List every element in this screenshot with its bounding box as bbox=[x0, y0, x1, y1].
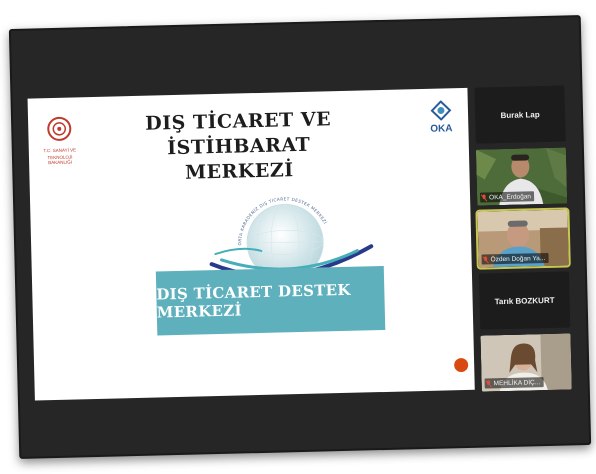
meeting-window: T.C. SANAYİ VE TEKNOLOJİ BAKANLIĞI DIŞ T… bbox=[8, 15, 592, 459]
participant-tile[interactable]: Burak Lap bbox=[474, 85, 566, 144]
participant-name: Burak Lap bbox=[500, 109, 540, 120]
ministry-emblem-icon bbox=[47, 116, 72, 141]
banner: DIŞ TİCARET DESTEK MERKEZİ bbox=[155, 265, 386, 336]
shared-screen-slide: T.C. SANAYİ VE TEKNOLOJİ BAKANLIĞI DIŞ T… bbox=[27, 87, 475, 401]
ministry-logo: T.C. SANAYİ VE TEKNOLOJİ BAKANLIĞI bbox=[42, 115, 77, 165]
participant-name: MEHLİKA DİÇ... bbox=[493, 378, 541, 387]
participant-label: MEHLİKA DİÇ... bbox=[484, 377, 544, 389]
participant-name: Tarık BOZKURT bbox=[494, 295, 555, 306]
banner-text: DIŞ TİCARET DESTEK MERKEZİ bbox=[156, 280, 351, 322]
participant-tile[interactable]: Tarık BOZKURT bbox=[478, 271, 571, 330]
participant-label: OKA_Erdoğan bbox=[479, 191, 535, 203]
participant-name: OKA_Erdoğan bbox=[489, 192, 532, 201]
oka-label: OKA bbox=[430, 123, 453, 135]
mic-muted-icon bbox=[481, 193, 488, 202]
participant-panel: Burak Lap OKA_Erdoğan Özden Doğan Ya... … bbox=[474, 85, 572, 392]
participant-name: Özden Doğan Ya... bbox=[490, 254, 546, 263]
ministry-name-line2: TEKNOLOJİ BAKANLIĞI bbox=[47, 154, 73, 166]
ministry-name-line1: T.C. SANAYİ VE bbox=[43, 147, 77, 154]
oka-emblem-icon bbox=[430, 100, 452, 121]
slide-title-line1: DIŞ TİCARET VE İSTİHBARAT bbox=[144, 108, 332, 160]
participant-label: Özden Doğan Ya... bbox=[481, 252, 549, 265]
oka-logo: OKA bbox=[426, 100, 457, 135]
mic-muted-icon bbox=[485, 379, 492, 388]
participant-tile[interactable]: OKA_Erdoğan bbox=[475, 147, 568, 206]
record-indicator-icon bbox=[454, 357, 469, 373]
participant-tile[interactable]: MEHLİKA DİÇ... bbox=[480, 333, 572, 392]
slide-title: DIŞ TİCARET VE İSTİHBARAT MERKEZİ bbox=[88, 106, 390, 188]
participant-tile-active[interactable]: Özden Doğan Ya... bbox=[475, 207, 571, 270]
mic-muted-icon bbox=[482, 255, 489, 264]
